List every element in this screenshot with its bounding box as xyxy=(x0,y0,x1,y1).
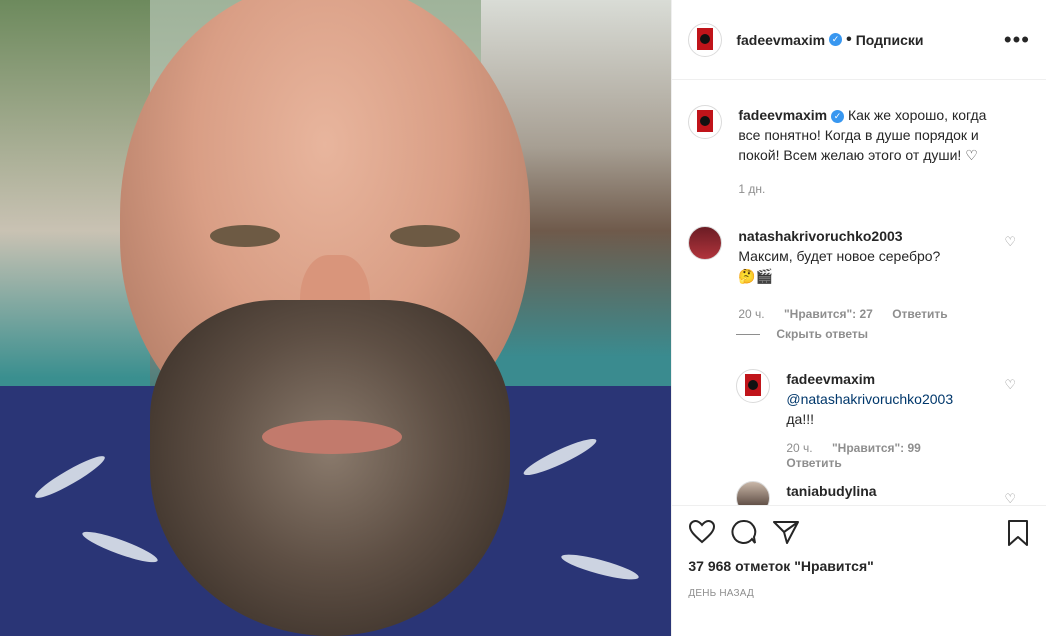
verified-badge-icon: ✓ xyxy=(829,33,843,46)
more-options-icon[interactable]: ••• xyxy=(1004,27,1030,53)
replies-divider xyxy=(736,333,761,335)
photo-beard xyxy=(150,300,510,636)
comment-row: natashakrivoruchko2003 Максим, будет нов… xyxy=(688,226,988,324)
hide-replies-toggle[interactable]: Скрыть ответы xyxy=(736,327,868,341)
caption-time: 1 дн. xyxy=(738,182,766,196)
comment-emoji: 🤔🎬 xyxy=(738,268,774,284)
comment-username[interactable]: natashakrivoruchko2003 xyxy=(738,228,902,244)
reply-reply-button[interactable]: Ответить xyxy=(786,456,841,470)
post-sidebar: fadeevmaxim ✓ • Подписки ••• fadeevmaxim… xyxy=(671,0,1046,636)
caption-avatar[interactable] xyxy=(688,105,723,139)
reply-button[interactable]: Ответить xyxy=(892,307,947,321)
reply-time: 20 ч. xyxy=(786,441,813,455)
likes-count[interactable]: 37 968 отметок "Нравится" xyxy=(688,558,873,574)
comments-list[interactable]: fadeevmaxim ✓ Как же хорошо, когда все по… xyxy=(672,81,1046,505)
post-header: fadeevmaxim ✓ • Подписки ••• xyxy=(672,0,1046,80)
comment-text: Максим, будет новое серебро? xyxy=(738,248,941,264)
share-paperplane-icon[interactable] xyxy=(772,518,800,546)
reply-username[interactable]: taniabudylina xyxy=(786,483,876,499)
separator-dot: • xyxy=(846,30,852,48)
reply-text: да!!! xyxy=(786,411,814,427)
comment-bubble-icon[interactable] xyxy=(730,518,758,546)
commenter-avatar[interactable] xyxy=(688,226,723,260)
caption-row: fadeevmaxim ✓ Как же хорошо, когда все по… xyxy=(688,105,988,199)
like-heart-icon[interactable] xyxy=(688,518,716,546)
reply-like-icon[interactable]: ♡ xyxy=(1004,378,1016,391)
reply-like-icon[interactable]: ♡ xyxy=(1004,492,1016,505)
comment-likes[interactable]: "Нравится": 27 xyxy=(784,307,873,321)
post-actions: 37 968 отметок "Нравится" День назад xyxy=(672,505,1046,637)
instagram-post: fadeevmaxim ✓ • Подписки ••• fadeevmaxim… xyxy=(0,0,1046,636)
reply-avatar[interactable] xyxy=(736,481,771,505)
reply-likes[interactable]: "Нравится": 99 xyxy=(832,441,921,455)
photo-mouth xyxy=(262,420,402,454)
bookmark-icon[interactable] xyxy=(1006,520,1030,546)
reply-row: taniabudylina xyxy=(736,481,996,505)
follow-status-button[interactable]: Подписки xyxy=(856,32,924,48)
verified-badge-icon: ✓ xyxy=(831,109,845,123)
photo-eye-right xyxy=(390,225,460,247)
reply-row: fadeevmaxim @natashakrivoruchko2003 да!!… xyxy=(736,369,996,471)
comment-time: 20 ч. xyxy=(738,307,765,321)
post-timestamp[interactable]: День назад xyxy=(688,588,754,599)
comment-like-icon[interactable]: ♡ xyxy=(1004,235,1016,248)
caption-username[interactable]: fadeevmaxim xyxy=(738,107,827,123)
hide-replies-label: Скрыть ответы xyxy=(776,327,868,341)
photo-eye-left xyxy=(210,225,280,247)
author-avatar[interactable] xyxy=(688,22,723,57)
reply-mention[interactable]: @natashakrivoruchko2003 xyxy=(786,391,953,407)
reply-username[interactable]: fadeevmaxim xyxy=(786,371,875,387)
post-photo[interactable] xyxy=(0,0,672,636)
reply-avatar[interactable] xyxy=(736,369,771,403)
author-username[interactable]: fadeevmaxim xyxy=(736,32,825,48)
